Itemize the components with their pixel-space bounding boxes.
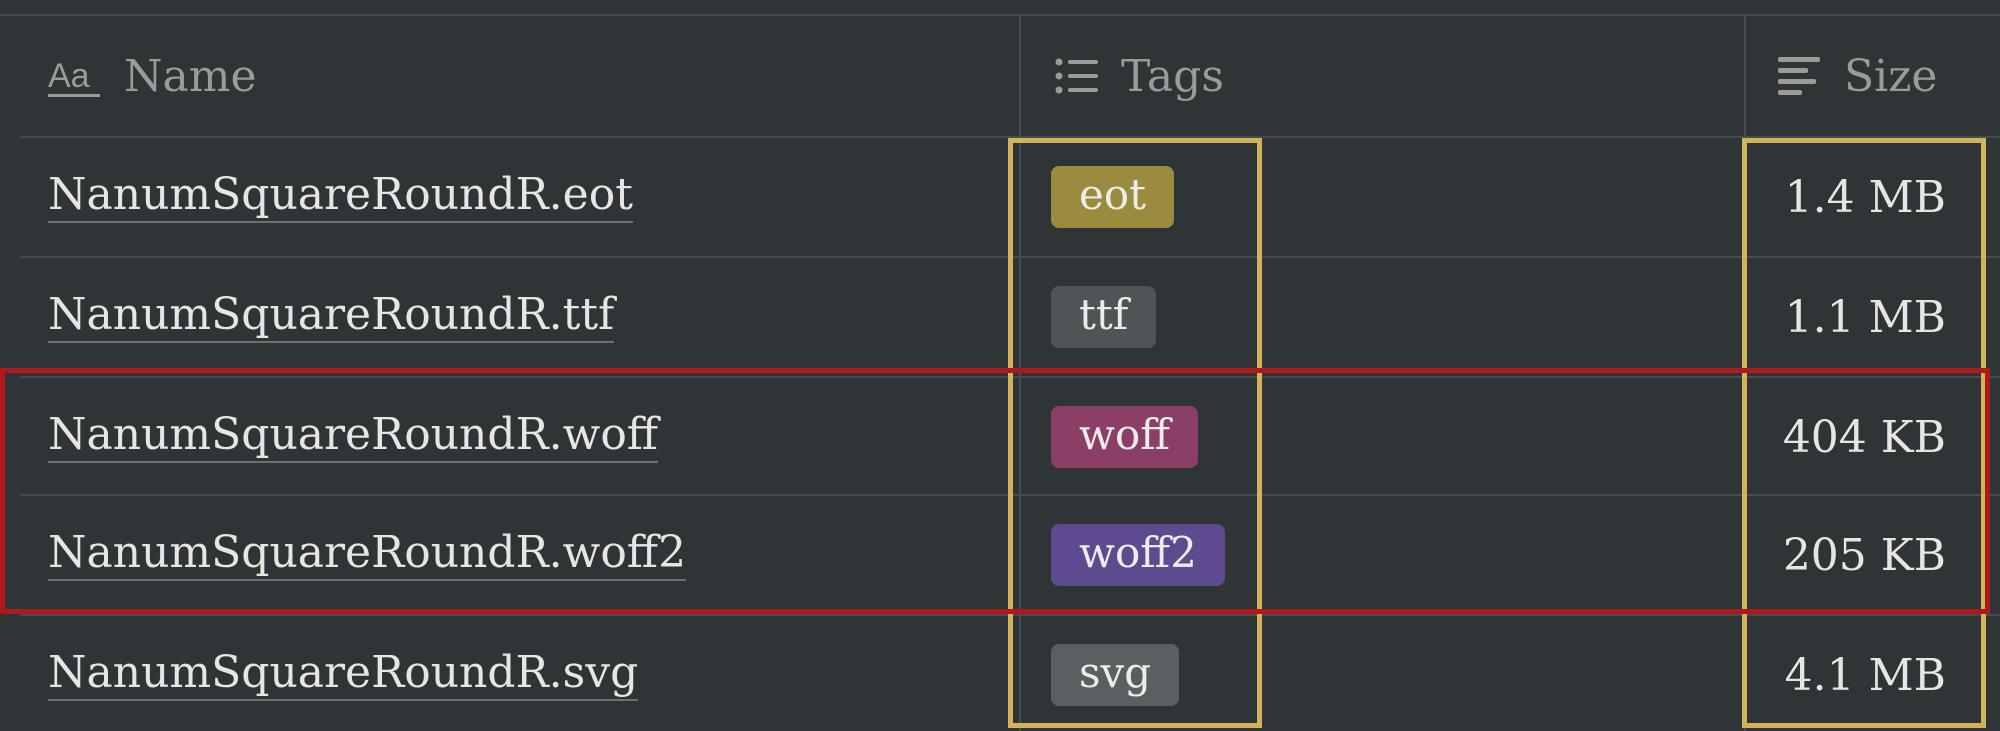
woff-rows-highlight-box xyxy=(0,368,1990,614)
column-header-name[interactable]: Aa Name xyxy=(48,16,257,136)
table-row[interactable]: NanumSquareRoundR.ttf ttf 1.1 MB xyxy=(0,258,2000,376)
file-name-cell[interactable]: NanumSquareRoundR.eot xyxy=(48,138,633,256)
file-name-cell[interactable]: NanumSquareRoundR.ttf xyxy=(48,258,615,376)
column-header-label: Tags xyxy=(1121,50,1224,102)
multi-select-icon xyxy=(1055,56,1099,96)
table-row[interactable]: NanumSquareRoundR.svg svg 4.1 MB xyxy=(0,616,2000,731)
column-header-size[interactable]: Size xyxy=(1778,16,1937,136)
svg-text:Aa: Aa xyxy=(48,57,90,95)
column-header-tags[interactable]: Tags xyxy=(1055,16,1224,136)
file-name-cell[interactable]: NanumSquareRoundR.svg xyxy=(48,616,639,731)
size-sort-icon xyxy=(1778,55,1822,97)
table-top-border xyxy=(0,14,2000,16)
file-name-link[interactable]: NanumSquareRoundR.svg xyxy=(48,648,639,702)
file-name-link[interactable]: NanumSquareRoundR.eot xyxy=(48,170,633,224)
column-header-label: Size xyxy=(1844,50,1938,102)
database-table: Aa Name Tags Size NanumSquareRoundR.eot … xyxy=(0,0,2000,731)
file-name-link[interactable]: NanumSquareRoundR.ttf xyxy=(48,290,615,344)
column-header-label: Name xyxy=(124,50,257,102)
text-property-icon: Aa xyxy=(48,53,102,99)
table-row[interactable]: NanumSquareRoundR.eot eot 1.4 MB xyxy=(0,138,2000,256)
